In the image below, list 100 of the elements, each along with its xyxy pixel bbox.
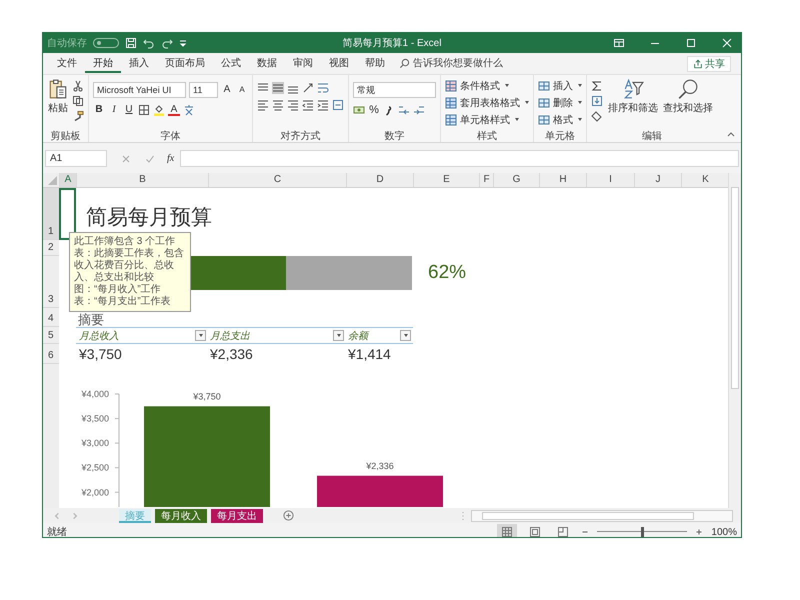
zoom-slider[interactable] [597,527,688,537]
ribbon-tab[interactable]: 数据 [249,54,285,73]
find-select-button[interactable]: 查找和选择 [663,78,713,115]
cells-menu-button[interactable]: 格式 [538,112,582,127]
increase-decimal-icon[interactable] [398,104,410,116]
styles-menu-button[interactable]: 条件格式 [445,78,509,93]
row-header[interactable]: 6 [43,344,59,364]
window-title: 简易每月预算1 - Excel [342,37,442,50]
column-header[interactable]: A [59,173,76,187]
sort-filter-button[interactable]: 排序和筛选 [608,78,658,115]
ribbon-tab[interactable]: 公式 [213,54,249,73]
increase-indent-icon[interactable] [317,99,329,111]
align-right-icon[interactable] [287,99,299,111]
zoom-percentage[interactable]: 100% [711,526,737,537]
autosave-toggle[interactable] [93,38,119,48]
formula-input[interactable] [180,150,739,167]
column-header[interactable]: H [539,173,586,187]
normal-view-icon[interactable] [497,524,518,537]
filter-dropdown-button[interactable] [333,330,344,341]
axis-tick-label: ¥2,000 [81,487,109,498]
align-left-icon[interactable] [257,99,269,111]
styles-menu-button[interactable]: 套用表格格式 [445,95,529,110]
borders-icon[interactable] [138,104,150,116]
name-box[interactable]: A1 [45,150,107,167]
row-header[interactable]: 3 [43,256,59,308]
cells-menu-button[interactable]: 插入 [538,78,582,93]
sum-icon[interactable] [591,80,603,92]
redo-icon[interactable] [161,37,173,49]
number-format-dropdown[interactable]: 常规 [353,82,436,98]
ribbon-tab[interactable]: 插入 [121,54,157,73]
axis-tick-label: ¥3,000 [81,438,109,448]
merge-cells-icon[interactable] [332,99,344,111]
cells-menu-button[interactable]: 删除 [538,95,582,110]
close-icon[interactable] [721,37,733,49]
ribbon-tab[interactable]: 文件 [49,54,85,73]
bold-button[interactable]: B [93,103,105,117]
table-header: 月总收入 [79,330,120,342]
orientation-icon[interactable] [302,82,314,94]
sheet-tab[interactable]: 每月收入 [155,508,207,522]
column-header[interactable]: G [493,173,539,187]
zoom-slider-thumb[interactable] [641,527,644,537]
column-header[interactable]: C [208,173,346,187]
fill-down-icon[interactable] [591,95,603,107]
copy-icon[interactable] [72,95,84,107]
paste-button[interactable]: 粘贴 [47,78,69,115]
decrease-decimal-icon[interactable] [413,104,425,116]
underline-button[interactable]: U [123,103,135,117]
ribbon-tab[interactable]: 审阅 [285,54,321,73]
tell-me-field[interactable]: 告诉我你想要做什么 [413,58,523,69]
zoom-in-icon[interactable] [695,528,704,536]
insert-function-button[interactable]: fx [167,153,174,164]
eraser-icon[interactable] [591,110,603,122]
decrease-font-size-button[interactable]: A [236,83,248,97]
column-header[interactable]: J [634,173,681,187]
accounting-format-icon[interactable] [353,104,365,116]
column-header[interactable]: F [479,173,493,187]
column-header[interactable]: E [413,173,479,187]
share-button[interactable]: 共享 [687,56,731,72]
align-center-icon[interactable] [272,99,284,111]
font-name-dropdown[interactable]: Microsoft YaHei UI [93,82,186,98]
fill-color-icon[interactable] [153,104,165,116]
percent-style-button[interactable]: % [368,103,380,117]
table-header: 月总支出 [210,330,251,342]
add-sheet-icon[interactable] [283,510,294,521]
decrease-indent-icon[interactable] [302,99,314,111]
sheet-tab[interactable]: 每月支出 [211,508,263,522]
middle-align-icon[interactable] [272,82,284,94]
customize-toolbar-icon[interactable] [179,39,187,47]
row-header[interactable]: 5 [43,327,59,344]
sort-filter-icon [622,78,644,100]
horizontal-scrollbar[interactable] [471,510,733,522]
ribbon-tab[interactable]: 帮助 [357,54,393,73]
table-style-icon [445,114,457,126]
column-header[interactable]: D [346,173,413,187]
format-painter-icon[interactable] [72,110,84,122]
column-header[interactable]: I [586,173,634,187]
column-header[interactable]: B [76,173,208,187]
filter-dropdown-button[interactable] [400,330,411,341]
row-header[interactable]: 1 [43,188,59,240]
ribbon-tab[interactable]: 页面布局 [157,54,213,73]
font-color-button[interactable]: A [168,104,180,116]
increase-font-size-button[interactable]: A [221,83,233,97]
data-label: ¥2,336 [366,460,394,471]
undo-icon[interactable] [143,37,155,49]
row-header[interactable]: 2 [43,240,59,256]
filter-dropdown-button[interactable] [195,330,206,341]
styles-menu-button[interactable]: 单元格样式 [445,112,519,127]
italic-button[interactable]: I [108,103,120,117]
row-header[interactable]: 4 [43,308,59,327]
font-size-dropdown[interactable]: 11 [189,82,218,98]
group-label: 字体 [160,130,182,142]
search-icon [399,58,410,69]
collapse-ribbon-icon[interactable] [727,131,735,137]
table-style-icon [445,96,457,108]
ribbon-tab[interactable]: 视图 [321,54,357,73]
scissors-icon[interactable] [72,80,84,92]
wrap-text-icon[interactable] [317,82,329,94]
maximize-icon[interactable] [685,37,697,49]
save-icon[interactable] [125,37,137,49]
ribbon-display-options-icon[interactable] [613,37,625,49]
